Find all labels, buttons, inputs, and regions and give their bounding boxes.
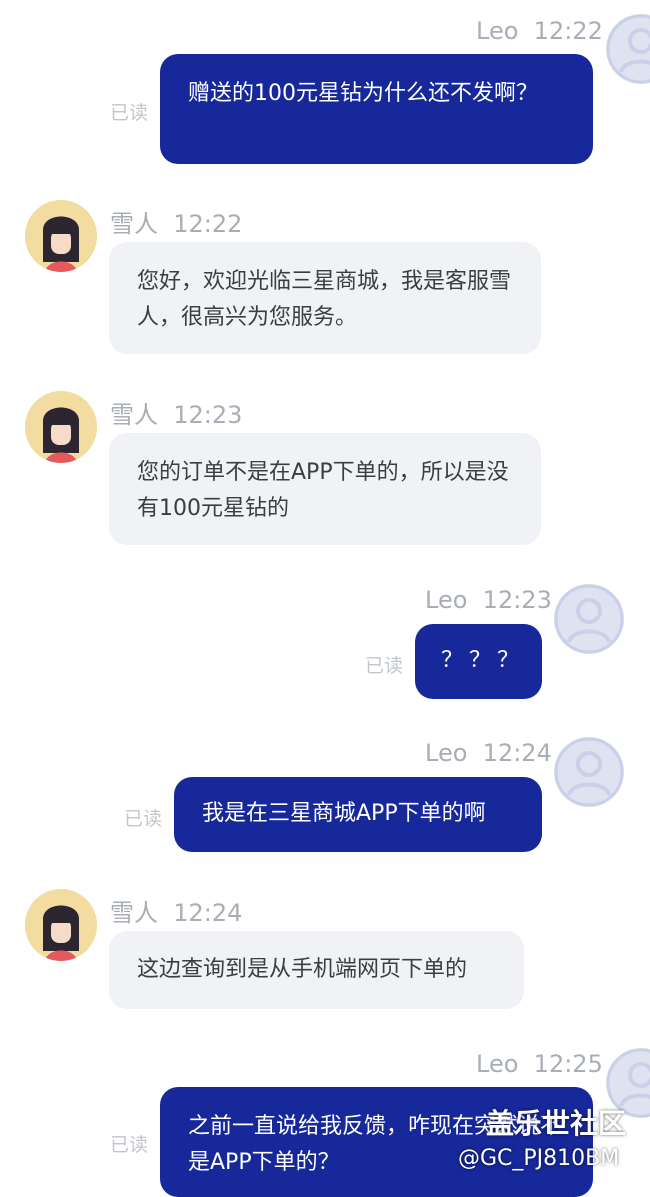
- watermark-brand: 盖乐世社区: [486, 1107, 627, 1140]
- user-avatar[interactable]: [554, 584, 624, 654]
- message-bubble[interactable]: 这边查询到是从手机端网页下单的: [109, 931, 524, 1009]
- message-meta: Leo 12:25: [476, 1050, 603, 1078]
- sender-name: Leo: [425, 739, 468, 767]
- message-bubble[interactable]: 赠送的100元星钻为什么还不发啊？: [160, 54, 593, 164]
- read-status: 已读: [110, 1134, 149, 1156]
- timestamp: 12:22: [533, 17, 603, 45]
- timestamp: 12:24: [482, 739, 552, 767]
- read-status: 已读: [110, 102, 149, 124]
- watermark-handle: @GC_PJ810BM: [458, 1146, 620, 1171]
- user-avatar[interactable]: [606, 14, 650, 84]
- girl-avatar-icon: [25, 200, 97, 272]
- message-meta: Leo 12:23: [425, 586, 552, 614]
- sender-name: Leo: [425, 586, 468, 614]
- girl-avatar-icon: [25, 889, 97, 961]
- message-bubble[interactable]: 您的订单不是在APP下单的，所以是没有100元星钻的: [109, 433, 541, 545]
- person-icon: [554, 737, 624, 807]
- message-meta: 雪人 12:22: [110, 204, 242, 239]
- person-icon: [554, 584, 624, 654]
- sender-name: Leo: [476, 17, 519, 45]
- message-bubble[interactable]: ？？？: [415, 624, 542, 699]
- read-status: 已读: [365, 655, 404, 677]
- message-bubble[interactable]: 您好，欢迎光临三星商城，我是客服雪人，很高兴为您服务。: [109, 242, 541, 354]
- agent-avatar[interactable]: [25, 889, 97, 961]
- sender-name: 雪人: [110, 210, 158, 238]
- message-meta: Leo 12:24: [425, 739, 552, 767]
- agent-avatar[interactable]: [25, 200, 97, 272]
- timestamp: 12:23: [173, 401, 243, 429]
- person-icon: [606, 14, 650, 84]
- sender-name: 雪人: [110, 899, 158, 927]
- timestamp: 12:22: [173, 210, 243, 238]
- message-bubble[interactable]: 我是在三星商城APP下单的啊: [174, 777, 542, 852]
- girl-avatar-icon: [25, 391, 97, 463]
- timestamp: 12:25: [533, 1050, 603, 1078]
- sender-name: 雪人: [110, 401, 158, 429]
- read-status: 已读: [124, 808, 163, 830]
- timestamp: 12:24: [173, 899, 243, 927]
- message-meta: Leo 12:22: [476, 17, 603, 45]
- sender-name: Leo: [476, 1050, 519, 1078]
- message-meta: 雪人 12:24: [110, 893, 242, 928]
- agent-avatar[interactable]: [25, 391, 97, 463]
- timestamp: 12:23: [482, 586, 552, 614]
- user-avatar[interactable]: [554, 737, 624, 807]
- message-meta: 雪人 12:23: [110, 395, 242, 430]
